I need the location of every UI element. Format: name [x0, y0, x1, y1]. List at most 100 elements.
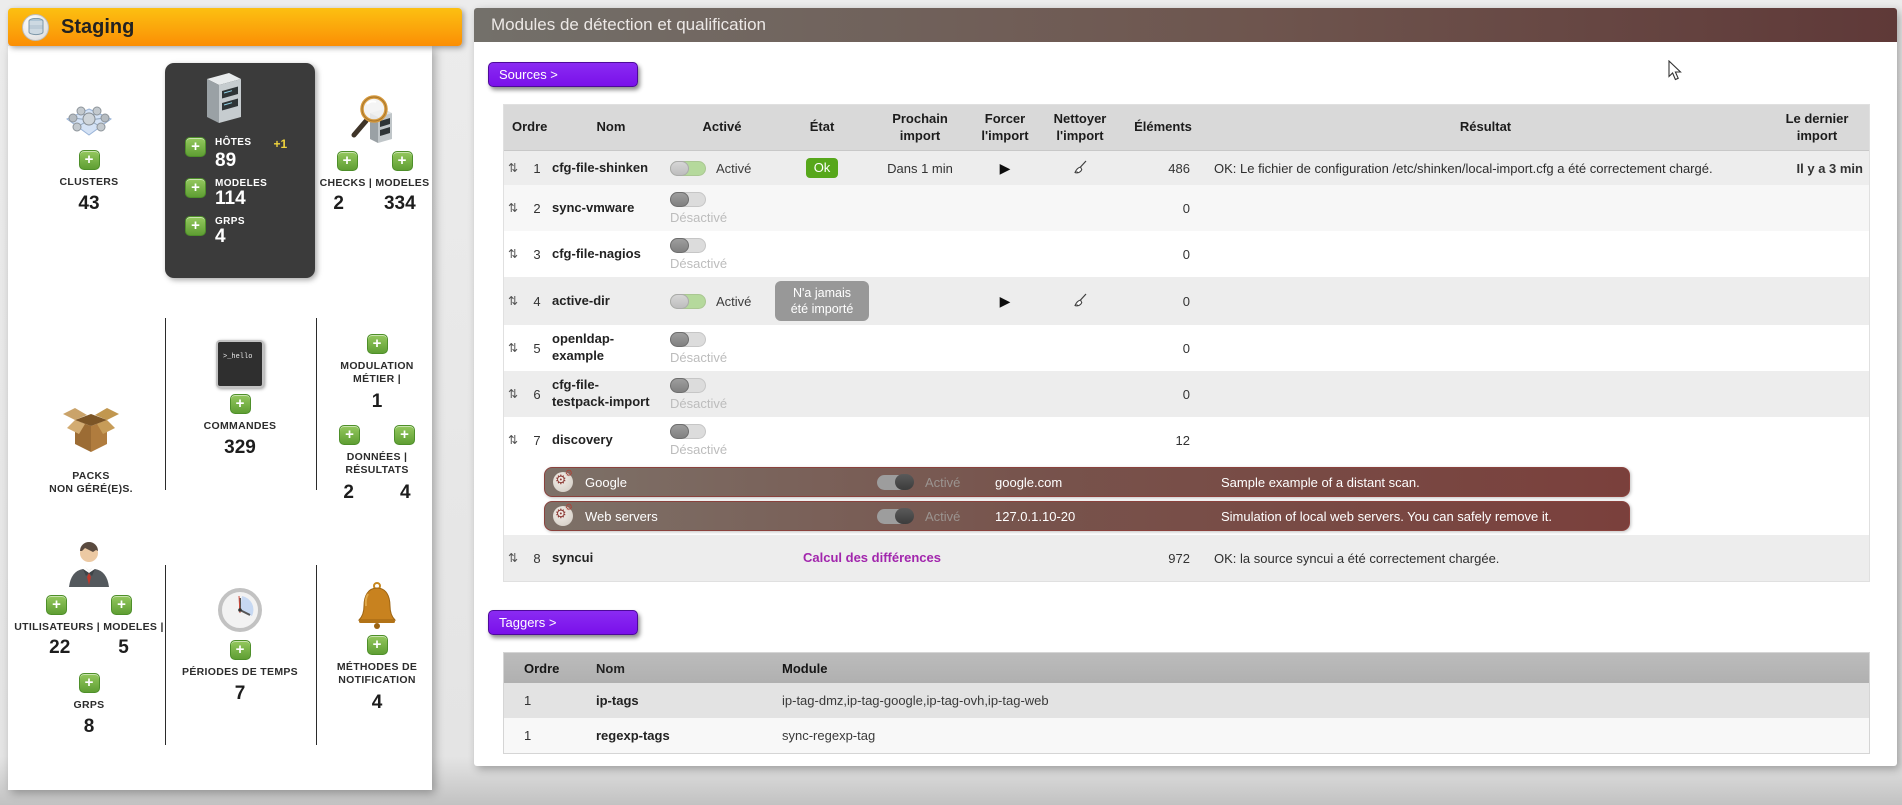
- user-icon: [65, 541, 113, 587]
- enable-toggle[interactable]: [670, 192, 706, 207]
- subsource-toggle-label: Activé: [925, 509, 987, 524]
- tagger-module: ip-tag-dmz,ip-tag-google,ip-tag-ovh,ip-t…: [782, 693, 1869, 708]
- taggers-table-header: Ordre Nom Module: [504, 653, 1869, 683]
- toggle-label: Activé: [716, 294, 751, 309]
- subsource-description: Sample example of a distant scan.: [1209, 475, 1629, 490]
- add-command-button[interactable]: +: [230, 394, 251, 414]
- clock-icon: [218, 588, 262, 632]
- tile-checks[interactable]: + + CHECKS | MODELES 2 334: [317, 91, 432, 215]
- tile-commands[interactable]: >_hello + COMMANDES 329: [180, 340, 300, 459]
- add-notifway-button[interactable]: +: [367, 635, 388, 655]
- row-ordre: 7: [522, 417, 552, 463]
- add-host-group-button[interactable]: +: [185, 216, 206, 236]
- source-row-cfg-file-testpack-import: ⇅ 6 cfg-file-testpack-import Désactivé 0: [504, 371, 1869, 417]
- tile-modulation[interactable]: + MODULATION MÉTIER | 1 + + DONNÉES | RÉ…: [322, 334, 432, 504]
- enable-toggle[interactable]: [670, 161, 706, 176]
- result-text: OK: la source syncui a été correctement …: [1206, 535, 1765, 581]
- enable-toggle[interactable]: [670, 378, 706, 393]
- drag-handle-icon[interactable]: ⇅: [504, 371, 522, 417]
- elements-count: 0: [1120, 325, 1206, 371]
- sources-button[interactable]: Sources >: [488, 62, 638, 87]
- add-user-model-button[interactable]: +: [111, 595, 132, 615]
- check-models-value: 334: [384, 193, 416, 215]
- row-nom: cfg-file-nagios: [552, 246, 670, 263]
- drag-handle-icon[interactable]: ⇅: [504, 185, 522, 231]
- elements-count: 0: [1120, 231, 1206, 277]
- tagger-module: sync-regexp-tag: [782, 728, 1869, 743]
- elements-count: 12: [1120, 417, 1206, 463]
- never-imported-badge: N'a jamais été importé: [775, 281, 869, 322]
- tile-timeperiods[interactable]: + PÉRIODES DE TEMPS 7: [180, 588, 300, 705]
- subsource-google[interactable]: ⚙⚙ Google Activé google.com Sample examp…: [544, 467, 1630, 497]
- add-user-button[interactable]: +: [46, 595, 67, 615]
- source-row-discovery: ⇅ 7 discovery Désactivé 12: [504, 417, 1869, 463]
- data-value: 2: [343, 482, 354, 504]
- sidebar-panel: + CLUSTERS 43 + HÔTES +1 89 +: [8, 46, 432, 790]
- models-value: 114: [215, 189, 267, 209]
- force-import-icon[interactable]: ▶: [1000, 160, 1011, 177]
- enable-toggle[interactable]: [670, 238, 706, 253]
- source-row-sync-vmware: ⇅ 2 sync-vmware Désactivé 0: [504, 185, 1869, 231]
- col-header-forcer: Forcer l'import: [970, 105, 1040, 150]
- tile-label: UTILISATEURS | MODELES |: [14, 621, 163, 633]
- panel-title: Modules de détection et qualification: [491, 15, 766, 35]
- results-value: 4: [400, 482, 411, 504]
- enable-toggle[interactable]: [670, 294, 706, 309]
- row-ordre: 5: [522, 325, 552, 371]
- clean-import-icon[interactable]: [1072, 293, 1088, 309]
- subsource-toggle[interactable]: [877, 475, 913, 490]
- subsource-toggle[interactable]: [877, 509, 913, 524]
- tile-label: PÉRIODES DE TEMPS: [182, 666, 298, 678]
- elements-count: 972: [1120, 535, 1206, 581]
- tile-users[interactable]: + + UTILISATEURS | MODELES | 22 5 + GRPS…: [14, 541, 164, 738]
- enable-toggle[interactable]: [670, 424, 706, 439]
- row-nom: discovery: [552, 432, 670, 449]
- add-check-model-button[interactable]: +: [392, 151, 413, 171]
- add-modulation-button[interactable]: +: [367, 334, 388, 354]
- drag-handle-icon[interactable]: ⇅: [504, 231, 522, 277]
- drag-handle-icon[interactable]: ⇅: [504, 417, 522, 463]
- drag-handle-icon[interactable]: ⇅: [504, 277, 522, 325]
- tile-packs[interactable]: PACKS NON GÉRÉ(E)S.: [26, 406, 156, 496]
- enable-toggle[interactable]: [670, 332, 706, 347]
- clean-import-icon[interactable]: [1072, 160, 1088, 176]
- force-import-icon[interactable]: ▶: [1000, 293, 1011, 310]
- add-user-group-button[interactable]: +: [79, 673, 100, 693]
- row-nom: cfg-file-shinken: [552, 160, 670, 177]
- tagger-row-ip-tags: 1 ip-tags ip-tag-dmz,ip-tag-google,ip-ta…: [504, 683, 1869, 718]
- elements-count: 0: [1120, 277, 1206, 325]
- groups-value: 4: [215, 227, 245, 247]
- col-header-active: Activé: [670, 105, 774, 150]
- toggle-label: Désactivé: [670, 350, 727, 365]
- add-data-button[interactable]: +: [339, 425, 360, 445]
- add-host-model-button[interactable]: +: [185, 178, 206, 198]
- tagger-ordre: 1: [504, 693, 596, 708]
- row-nom: cfg-file-testpack-import: [552, 377, 650, 411]
- toggle-label: Activé: [716, 161, 751, 176]
- elements-count: 486: [1120, 151, 1206, 185]
- drag-handle-icon[interactable]: ⇅: [504, 325, 522, 371]
- sources-table: Ordre Nom Activé État Prochain import Fo…: [503, 104, 1870, 582]
- row-ordre: 1: [522, 151, 552, 185]
- tile-clusters[interactable]: + CLUSTERS 43: [14, 101, 164, 215]
- row-ordre: 2: [522, 185, 552, 231]
- tile-notifications[interactable]: + MÉTHODES DE NOTIFICATION 4: [322, 582, 432, 714]
- tile-value: 4: [372, 692, 383, 714]
- add-host-button[interactable]: +: [185, 137, 206, 157]
- add-result-button[interactable]: +: [394, 425, 415, 445]
- taggers-table: Ordre Nom Module 1 ip-tags ip-tag-dmz,ip…: [503, 652, 1870, 754]
- drag-handle-icon[interactable]: ⇅: [504, 151, 522, 185]
- add-timeperiod-button[interactable]: +: [230, 640, 251, 660]
- taggers-button[interactable]: Taggers >: [488, 610, 638, 635]
- sidebar-header: Staging: [8, 8, 462, 46]
- tile-hosts[interactable]: + HÔTES +1 89 + MODELES 114 + GRPS 4: [165, 63, 315, 278]
- tile-label: CLUSTERS: [60, 176, 119, 188]
- add-check-button[interactable]: +: [337, 151, 358, 171]
- row-ordre: 6: [522, 371, 552, 417]
- drag-handle-icon[interactable]: ⇅: [504, 535, 522, 581]
- col-header-elements: Éléments: [1120, 105, 1206, 150]
- subsource-web-servers[interactable]: ⚙⚙ Web servers Activé 127.0.1.10-20 Simu…: [544, 501, 1630, 531]
- add-cluster-button[interactable]: +: [79, 150, 100, 170]
- tile-label: CHECKS | MODELES: [320, 177, 430, 189]
- col-header-nom: Nom: [552, 105, 670, 150]
